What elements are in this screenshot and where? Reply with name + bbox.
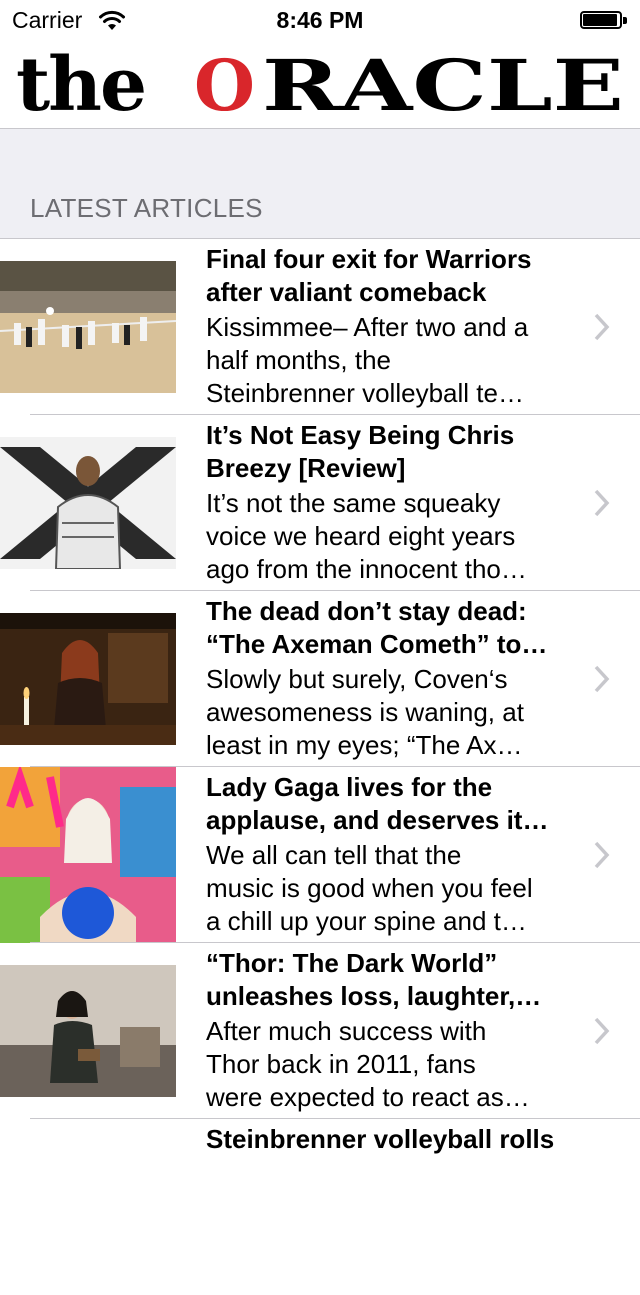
chevron-right-icon bbox=[592, 840, 612, 870]
oracle-logo: the O RACLE bbox=[16, 40, 626, 128]
chevron-right-icon bbox=[592, 1016, 612, 1046]
article-thumbnail bbox=[0, 613, 176, 745]
article-title: Lady Gaga lives for the applause, and de… bbox=[206, 772, 549, 835]
article-list[interactable]: Final four exit for Warriors after valia… bbox=[0, 239, 640, 1295]
article-summary: Kissimmee– After two and a half months, … bbox=[206, 312, 529, 408]
list-item[interactable]: Lady Gaga lives for the applause, and de… bbox=[0, 767, 640, 943]
article-thumbnail bbox=[0, 437, 176, 569]
battery-icon bbox=[580, 11, 628, 31]
chevron-right-icon bbox=[592, 312, 612, 342]
logo-o: O bbox=[194, 44, 255, 127]
article-title: The dead don’t stay dead: “The Axeman Co… bbox=[206, 596, 548, 659]
chevron-right-icon bbox=[592, 664, 612, 694]
status-time: 8:46 PM bbox=[276, 7, 364, 33]
list-item[interactable]: The dead don’t stay dead: “The Axeman Co… bbox=[0, 591, 640, 767]
list-item[interactable]: Final four exit for Warriors after valia… bbox=[0, 239, 640, 415]
section-header-area: LATEST ARTICLES bbox=[0, 129, 640, 239]
logo-racle: RACLE bbox=[262, 44, 624, 127]
logo-the: the bbox=[16, 42, 145, 128]
article-title: Final four exit for Warriors after valia… bbox=[206, 244, 532, 307]
article-title: Steinbrenner volleyball rolls bbox=[206, 1124, 555, 1154]
list-item[interactable]: Steinbrenner volleyball rolls bbox=[0, 1119, 640, 1295]
article-summary: We all can tell that the music is good w… bbox=[206, 840, 533, 936]
article-thumbnail bbox=[0, 261, 176, 393]
section-header: LATEST ARTICLES bbox=[30, 193, 263, 223]
list-item[interactable]: “Thor: The Dark World” unleashes loss, l… bbox=[0, 943, 640, 1119]
article-summary: Slowly but surely, Coven‘s awesomeness i… bbox=[206, 664, 524, 760]
article-title: “Thor: The Dark World” unleashes loss, l… bbox=[206, 948, 542, 1011]
article-summary: After much success with Thor back in 201… bbox=[206, 1016, 530, 1112]
chevron-right-icon bbox=[592, 488, 612, 518]
article-summary: It’s not the same squeaky voice we heard… bbox=[206, 488, 527, 584]
masthead: the O RACLE bbox=[0, 40, 640, 129]
status-bar: Carrier 8:46 PM bbox=[0, 0, 640, 40]
article-thumbnail bbox=[0, 767, 176, 943]
article-title: It’s Not Easy Being Chris Breezy [Review… bbox=[206, 420, 515, 483]
article-thumbnail bbox=[0, 965, 176, 1097]
list-item[interactable]: It’s Not Easy Being Chris Breezy [Review… bbox=[0, 415, 640, 591]
